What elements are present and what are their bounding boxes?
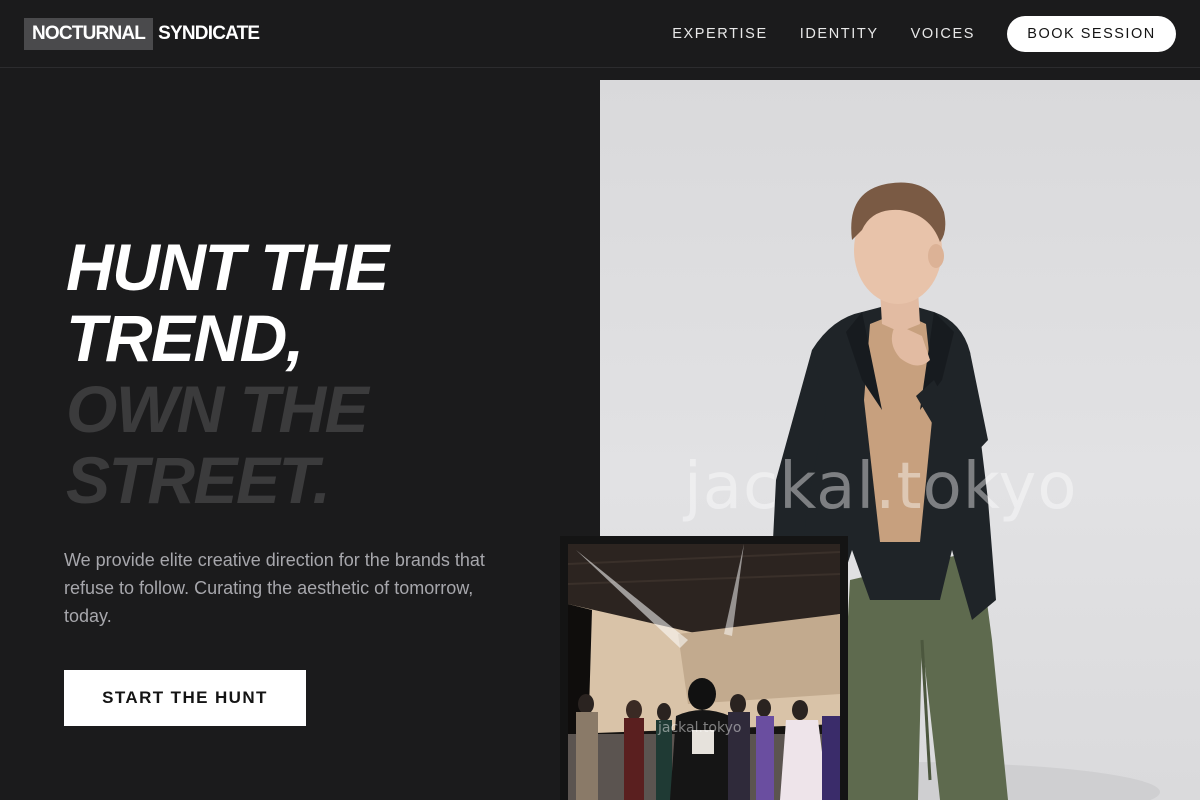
- hero-headline: HUNT THE TREND, OWN THE STREET.: [66, 230, 389, 517]
- book-session-button[interactable]: BOOK SESSION: [1007, 16, 1176, 52]
- headline-line-1: HUNT THE: [66, 230, 389, 304]
- nav-link-voices[interactable]: VOICES: [911, 26, 975, 42]
- headline-line-4: STREET.: [66, 443, 331, 517]
- main-photo-watermark: jackal.tokyo: [684, 450, 1078, 524]
- runway-event-photo: jackal.tokyo: [568, 544, 840, 800]
- headline-line-2: TREND,: [66, 301, 304, 375]
- runway-scene-illustration: [568, 544, 840, 800]
- nav-link-expertise[interactable]: EXPERTISE: [672, 26, 768, 42]
- brand-logo[interactable]: NOCTURNAL SYNDICATE: [24, 18, 260, 50]
- logo-rest-text: SYNDICATE: [158, 23, 260, 44]
- nav-link-identity[interactable]: IDENTITY: [800, 26, 879, 42]
- headline-line-3: OWN THE: [66, 372, 369, 446]
- inset-photo-watermark: jackal.tokyo: [658, 720, 742, 736]
- logo-box-text: NOCTURNAL: [24, 18, 154, 50]
- main-nav: EXPERTISE IDENTITY VOICES BOOK SESSION: [672, 16, 1176, 52]
- site-header: NOCTURNAL SYNDICATE EXPERTISE IDENTITY V…: [0, 0, 1200, 68]
- start-the-hunt-button[interactable]: START THE HUNT: [64, 670, 306, 726]
- hero-description: We provide elite creative direction for …: [64, 550, 485, 626]
